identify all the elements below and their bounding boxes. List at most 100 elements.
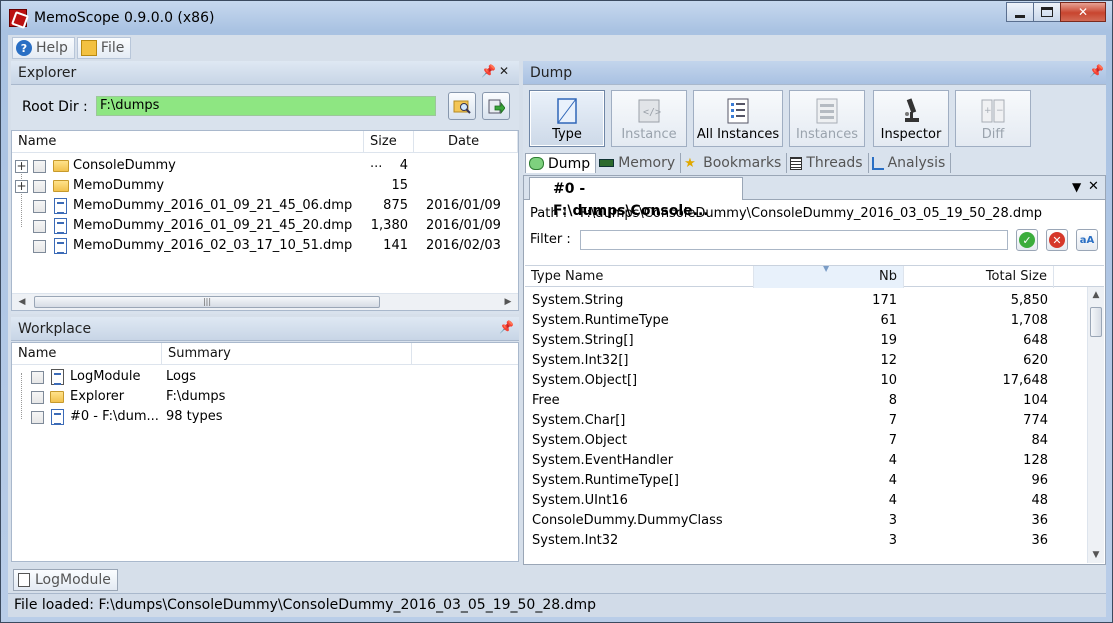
workplace-panel: Workplace 📌 Name Summary LogModule Logs <box>11 317 519 563</box>
types-vscroll[interactable]: ▲ ▼ <box>1087 287 1104 563</box>
col-summary[interactable]: Summary <box>162 343 412 365</box>
inspector-button[interactable]: Inspector <box>873 90 949 147</box>
type-row[interactable]: Free 8 104 <box>525 391 1104 411</box>
document-tab[interactable]: #0 - F:\dumps\Console... <box>529 177 743 219</box>
col-date[interactable]: Date <box>414 131 518 153</box>
scroll-right-icon[interactable]: ▶ <box>500 294 516 310</box>
pin-icon[interactable]: 📌 <box>499 320 514 334</box>
instances-button[interactable]: Instances <box>789 90 865 147</box>
explorer-row[interactable]: MemoDummy_2016_02_03_17_10_51.dmp 141 20… <box>12 236 518 256</box>
title-bar[interactable]: MemoScope 0.9.0.0 (x86) ✕ <box>1 1 1112 35</box>
row-name: Explorer <box>70 389 125 404</box>
type-nb: 4 <box>888 493 897 508</box>
close-button[interactable]: ✕ <box>1060 2 1106 22</box>
tab-logmodule[interactable]: LogModule <box>13 569 118 591</box>
pin-icon[interactable]: 📌 <box>1089 64 1104 78</box>
type-name: System.Int32[] <box>532 353 629 368</box>
type-label: Type <box>552 127 582 142</box>
close-document-icon[interactable]: ✕ <box>1088 179 1099 194</box>
explorer-row[interactable]: + MemoDummy 15 <box>12 176 518 196</box>
row-checkbox[interactable] <box>31 371 44 384</box>
col-total-size[interactable]: Total Size <box>904 266 1054 288</box>
row-checkbox[interactable] <box>33 240 46 253</box>
type-row[interactable]: System.Object[] 10 17,648 <box>525 371 1104 391</box>
case-sensitive-button[interactable]: aA <box>1076 229 1098 251</box>
instance-label: Instance <box>621 127 677 142</box>
workplace-row[interactable]: LogModule Logs <box>12 367 518 387</box>
maximize-button[interactable] <box>1033 2 1061 22</box>
type-row[interactable]: System.RuntimeType[] 4 96 <box>525 471 1104 491</box>
type-row[interactable]: System.EventHandler 4 128 <box>525 451 1104 471</box>
workplace-row[interactable]: Explorer F:\dumps <box>12 387 518 407</box>
explorer-row[interactable]: MemoDummy_2016_01_09_21_45_20.dmp 1,380 … <box>12 216 518 236</box>
row-checkbox[interactable] <box>33 160 46 173</box>
type-nb: 3 <box>888 533 897 548</box>
menu-file[interactable]: File <box>76 37 132 59</box>
instance-button[interactable]: </> Instance <box>611 90 687 147</box>
type-name: System.Object[] <box>532 373 638 388</box>
tab-dump[interactable]: Dump <box>525 153 597 173</box>
explorer-file-grid: Name Size ... Date + ConsoleDummy 4 + Me… <box>11 130 519 311</box>
type-size: 104 <box>1023 393 1048 408</box>
type-row[interactable]: System.RuntimeType 61 1,708 <box>525 311 1104 331</box>
type-row[interactable]: System.Int32[] 12 620 <box>525 351 1104 371</box>
type-row[interactable]: System.Int32 3 36 <box>525 531 1104 551</box>
hscroll-thumb[interactable]: ||| <box>34 296 380 308</box>
tab-analysis[interactable]: Analysis <box>869 153 952 173</box>
row-checkbox[interactable] <box>33 220 46 233</box>
row-checkbox[interactable] <box>33 180 46 193</box>
refresh-button[interactable] <box>482 92 510 120</box>
col-name[interactable]: Name <box>12 343 162 365</box>
minimize-button[interactable] <box>1006 2 1034 22</box>
vscroll-thumb[interactable] <box>1090 307 1102 337</box>
type-button[interactable]: Type <box>529 90 605 147</box>
dump-file-icon <box>54 218 67 234</box>
pin-icon[interactable]: 📌 <box>481 64 496 78</box>
row-name: #0 - F:\dum... <box>70 409 159 424</box>
microscope-icon <box>905 98 919 122</box>
type-row[interactable]: System.String[] 19 648 <box>525 331 1104 351</box>
col-size[interactable]: Size ... <box>364 131 414 171</box>
workplace-row[interactable]: #0 - F:\dum... 98 types <box>12 407 518 427</box>
explorer-row[interactable]: MemoDummy_2016_01_09_21_45_06.dmp 875 20… <box>12 196 518 216</box>
all-instances-button[interactable]: All Instances <box>693 90 783 147</box>
type-row[interactable]: System.UInt16 4 48 <box>525 491 1104 511</box>
root-dir-input[interactable]: F:\dumps <box>96 96 436 116</box>
tab-memory[interactable]: Memory <box>596 153 682 173</box>
row-size: 4 <box>399 158 408 173</box>
clear-filter-button[interactable]: ✕ <box>1046 229 1068 251</box>
col-name[interactable]: Name <box>12 131 364 153</box>
expand-icon[interactable]: + <box>15 180 28 193</box>
sort-indicator-icon: ▼ <box>823 265 830 273</box>
row-checkbox[interactable] <box>33 200 46 213</box>
type-nb: 61 <box>880 313 897 328</box>
tab-bookmarks[interactable]: ★ Bookmarks <box>681 153 788 173</box>
close-panel-icon[interactable]: ✕ <box>499 64 509 78</box>
type-row[interactable]: System.Object 7 84 <box>525 431 1104 451</box>
svg-text:</>: </> <box>643 107 661 118</box>
dropdown-icon[interactable]: ▼ <box>1072 180 1081 194</box>
scroll-left-icon[interactable]: ◀ <box>14 294 30 310</box>
diff-button[interactable]: + − Diff <box>955 90 1031 147</box>
instances-icon <box>816 98 838 124</box>
col-type-name[interactable]: Type Name <box>525 266 754 288</box>
apply-filter-button[interactable]: ✓ <box>1016 229 1038 251</box>
type-nb: 3 <box>888 513 897 528</box>
explorer-row[interactable]: + ConsoleDummy 4 <box>12 156 518 176</box>
type-nb: 10 <box>880 373 897 388</box>
type-row[interactable]: System.String 171 5,850 <box>525 291 1104 311</box>
menu-help[interactable]: ? Help <box>12 37 75 59</box>
explorer-title: Explorer <box>18 64 77 81</box>
tab-threads[interactable]: Threads <box>787 153 869 173</box>
browse-folder-button[interactable] <box>448 92 476 120</box>
type-row[interactable]: ConsoleDummy.DummyClass 3 36 <box>525 511 1104 531</box>
row-checkbox[interactable] <box>31 391 44 404</box>
svg-text:+: + <box>984 106 992 116</box>
filter-input[interactable] <box>580 230 1008 250</box>
row-checkbox[interactable] <box>31 411 44 424</box>
scroll-up-icon[interactable]: ▲ <box>1088 287 1104 303</box>
explorer-hscroll[interactable]: ◀ ||| ▶ <box>12 293 518 310</box>
expand-icon[interactable]: + <box>15 160 28 173</box>
type-row[interactable]: System.Char[] 7 774 <box>525 411 1104 431</box>
scroll-down-icon[interactable]: ▼ <box>1088 547 1104 563</box>
